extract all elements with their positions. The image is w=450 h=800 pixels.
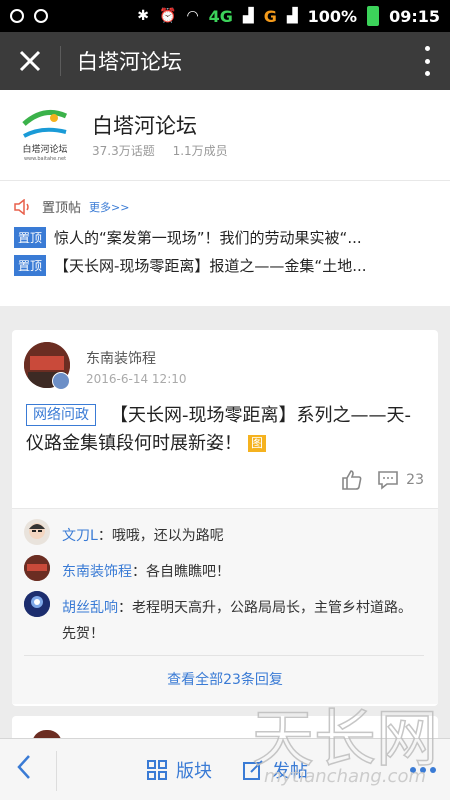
wifi-icon: ◠ (186, 8, 199, 24)
close-button[interactable] (0, 32, 60, 90)
image-badge: 图 (248, 435, 266, 452)
comment-item[interactable]: 文刀L：哦哦，还以为路呢 (24, 519, 424, 549)
pinned-item-title: 【天长网-现场零距离】报道之——金集“土地... (54, 257, 367, 275)
divider (24, 655, 424, 656)
comment-item[interactable]: 东南装饰程：各自瞧瞧吧！ (24, 555, 424, 585)
more-dot (430, 767, 436, 773)
bottom-toolbar: 版块 发帖 (0, 738, 450, 800)
menu-dot (424, 58, 430, 64)
post-actions: 23 (340, 468, 424, 492)
notification-icon (10, 9, 24, 23)
more-dot (420, 767, 426, 773)
comment-author[interactable]: 文刀L (62, 528, 98, 544)
more-menu-button[interactable] (422, 46, 432, 76)
signal-icon-2: ▟ (286, 8, 298, 24)
new-post-label: 发帖 (272, 761, 308, 782)
settings-icon (34, 9, 48, 23)
pinned-item[interactable]: 置顶 惊人的“案发第一现场”！我们的劳动果实被“... (14, 227, 434, 248)
comment-avatar (24, 555, 50, 581)
pinned-item[interactable]: 置顶 【天长网-现场零距离】报道之——金集“土地... (14, 255, 434, 276)
toolbar-divider (56, 751, 57, 791)
menu-dot (424, 71, 430, 76)
bluetooth-icon: ✱ (137, 8, 149, 24)
comment-text: 哦哦，还以为路呢 (111, 528, 224, 544)
comment-avatar (24, 519, 50, 545)
battery-level: 100% (307, 6, 358, 26)
clock: 09:15 (389, 6, 440, 26)
forum-header: 白塔河论坛 www.baitahe.net 白塔河论坛 37.3万话题 1.1万… (0, 90, 450, 180)
more-link[interactable]: 更多>> (89, 199, 129, 215)
back-button[interactable] (16, 753, 32, 788)
comment-count: 23 (406, 472, 424, 488)
pinned-badge: 置顶 (14, 227, 47, 248)
like-icon[interactable] (340, 468, 364, 492)
more-dot (410, 767, 416, 773)
pinned-section: 置顶帖 更多>> 置顶 惊人的“案发第一现场”！我们的劳动果实被“... 置顶 … (0, 180, 450, 306)
page-title: 白塔河论坛 (77, 50, 182, 74)
post-time: 2016-6-14 12:10 (86, 372, 187, 386)
comment-list: 文刀L：哦哦，还以为路呢 东南装饰程：各自瞧瞧吧！ 胡丝乱响：老程明天高升，公路… (12, 508, 438, 704)
grid-icon (147, 760, 167, 780)
pinned-badge: 置顶 (14, 255, 47, 276)
member-count: 1.1万成员 (172, 144, 228, 158)
title-bar: 白塔河论坛 (0, 32, 450, 90)
pinned-header: 置顶帖 更多>> (14, 197, 129, 216)
user-badge-icon (52, 372, 70, 390)
comment-text: 各自瞧瞧吧！ (146, 564, 230, 580)
alarm-icon: ⏰ (159, 8, 177, 24)
close-icon (19, 50, 41, 72)
new-post-button[interactable]: 发帖 (242, 757, 308, 783)
signal-icon: ▟ (242, 8, 254, 24)
menu-dot (424, 46, 430, 51)
comment-icon[interactable] (376, 468, 400, 492)
comment-author[interactable]: 胡丝乱响 (62, 600, 118, 616)
network-type: 4G (208, 6, 233, 26)
edit-icon (243, 760, 263, 780)
logo-url: www.baitahe.net (24, 156, 66, 162)
view-all-replies-link[interactable]: 查看全部23条回复 (12, 669, 438, 689)
sections-button[interactable]: 版块 (146, 757, 212, 783)
post-body[interactable]: 网络问政 【天长网-现场零距离】系列之——天-仪路金集镇段何时展新姿！图 (26, 402, 422, 458)
status-bar: ✱ ⏰ ◠ 4G ▟ G ▟ 100% 09:15 (0, 0, 450, 32)
battery-icon (367, 6, 380, 26)
pinned-item-title: 惊人的“案发第一现场”！我们的劳动果实被“... (54, 229, 362, 247)
pinned-label: 置顶帖 (42, 201, 82, 216)
title-divider (60, 46, 61, 76)
more-options-button[interactable] (410, 767, 436, 773)
forum-logo: 白塔河论坛 www.baitahe.net (22, 109, 68, 162)
sections-label: 版块 (176, 761, 212, 782)
forum-stats: 37.3万话题 1.1万成员 (92, 142, 242, 159)
post-tag[interactable]: 网络问政 (26, 404, 96, 426)
logo-text: 白塔河论坛 (22, 143, 67, 155)
carrier-type: G (263, 6, 277, 26)
post-card[interactable]: 东南装饰程 2016-6-14 12:10 网络问政 【天长网-现场零距离】系列之… (12, 330, 438, 706)
comment-item[interactable]: 胡丝乱响：老程明天高升，公路局局长，主管乡村道路。先贺！ (24, 591, 424, 647)
forum-name: 白塔河论坛 (92, 114, 197, 138)
comment-avatar (24, 591, 50, 617)
topic-count: 37.3万话题 (92, 144, 155, 158)
speaker-icon (14, 198, 29, 215)
post-author[interactable]: 东南装饰程 (86, 348, 156, 368)
chevron-left-icon (17, 755, 30, 779)
comment-author[interactable]: 东南装饰程 (62, 564, 132, 580)
